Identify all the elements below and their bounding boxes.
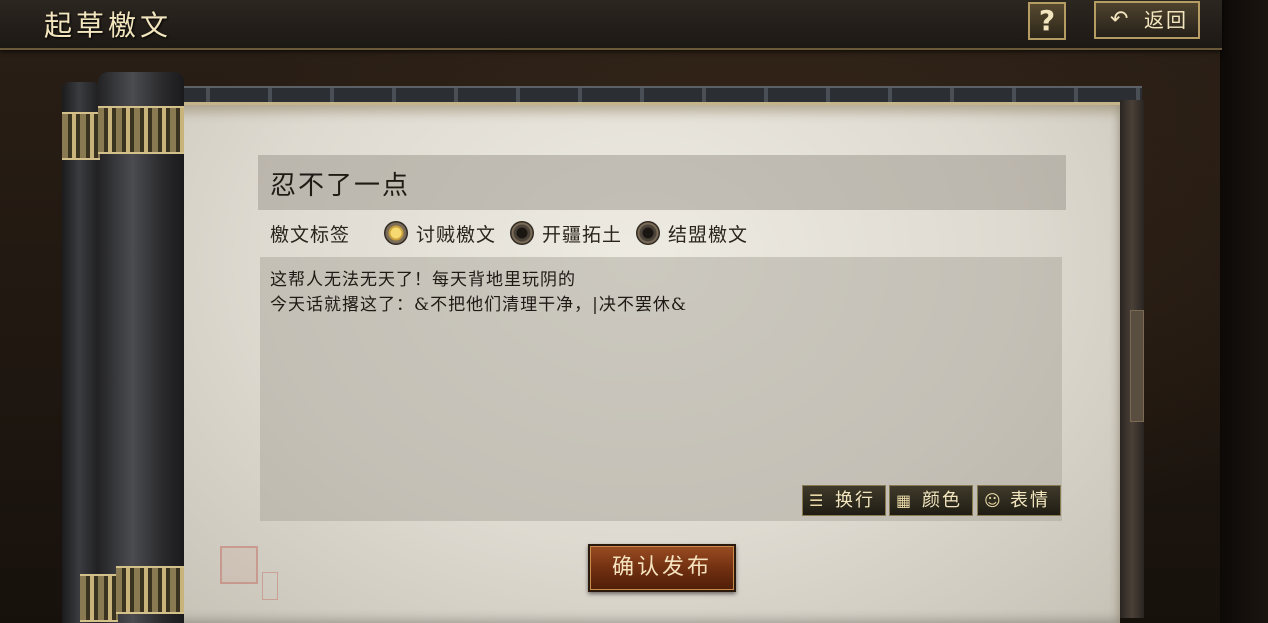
emoji-button[interactable]: ☺ 表情 xyxy=(977,485,1061,516)
page-title: 起草檄文 xyxy=(44,9,173,42)
content-line: 这帮人无法无天了！每天背地里玩阴的 xyxy=(270,270,576,290)
seal-stamp xyxy=(220,546,258,584)
top-bar: 起草檄文 ? ↶ 返回 xyxy=(0,0,1222,50)
right-wall xyxy=(1220,0,1268,623)
tag-radio-label: 讨贼檄文 xyxy=(416,224,497,246)
back-button[interactable]: ↶ 返回 xyxy=(1094,1,1200,39)
scroll-right-edge xyxy=(1120,100,1144,618)
color-button[interactable]: ▦ 颜色 xyxy=(889,485,973,516)
tag-radio-label: 开疆拓土 xyxy=(542,224,623,246)
back-label: 返回 xyxy=(1144,8,1188,32)
scroll-roller xyxy=(62,72,184,623)
undo-arrow-icon: ↶ xyxy=(1110,7,1129,32)
confirm-publish-button[interactable]: 确认发布 xyxy=(588,544,736,592)
tag-radio-label: 结盟檄文 xyxy=(668,224,749,246)
content-line: 今天话就撂这了：&不把他们清理干净，|决不罢休& xyxy=(270,295,687,315)
help-button[interactable]: ? xyxy=(1028,2,1066,40)
roller-band-bottom-left xyxy=(80,574,118,622)
line-break-icon: ☰ xyxy=(809,491,824,510)
roller-rod-back xyxy=(62,82,100,623)
line-break-button[interactable]: ☰ 换行 xyxy=(802,485,886,516)
smiley-icon: ☺ xyxy=(984,491,1001,510)
seal-stamp-small xyxy=(262,572,278,600)
tool-label: 换行 xyxy=(835,490,875,511)
tool-label: 颜色 xyxy=(922,490,962,511)
title-input-value: 忍不了一点 xyxy=(270,171,411,201)
radio-unselected-icon xyxy=(510,221,534,245)
tool-label: 表情 xyxy=(1010,490,1050,511)
color-grid-icon: ▦ xyxy=(896,491,912,510)
roller-band-top-left xyxy=(62,112,100,160)
scroll-edge-knob xyxy=(1130,310,1144,422)
title-input[interactable]: 忍不了一点 xyxy=(258,155,1066,210)
roller-band-top-right xyxy=(98,106,184,154)
tag-label: 檄文标签 xyxy=(270,224,351,246)
radio-unselected-icon xyxy=(636,221,660,245)
content-textarea[interactable]: 这帮人无法无天了！每天背地里玩阴的 今天话就撂这了：&不把他们清理干净，|决不罢… xyxy=(260,257,1062,521)
roller-band-bottom-right xyxy=(116,566,184,614)
radio-selected-icon xyxy=(384,221,408,245)
roller-rod-front xyxy=(98,72,184,623)
